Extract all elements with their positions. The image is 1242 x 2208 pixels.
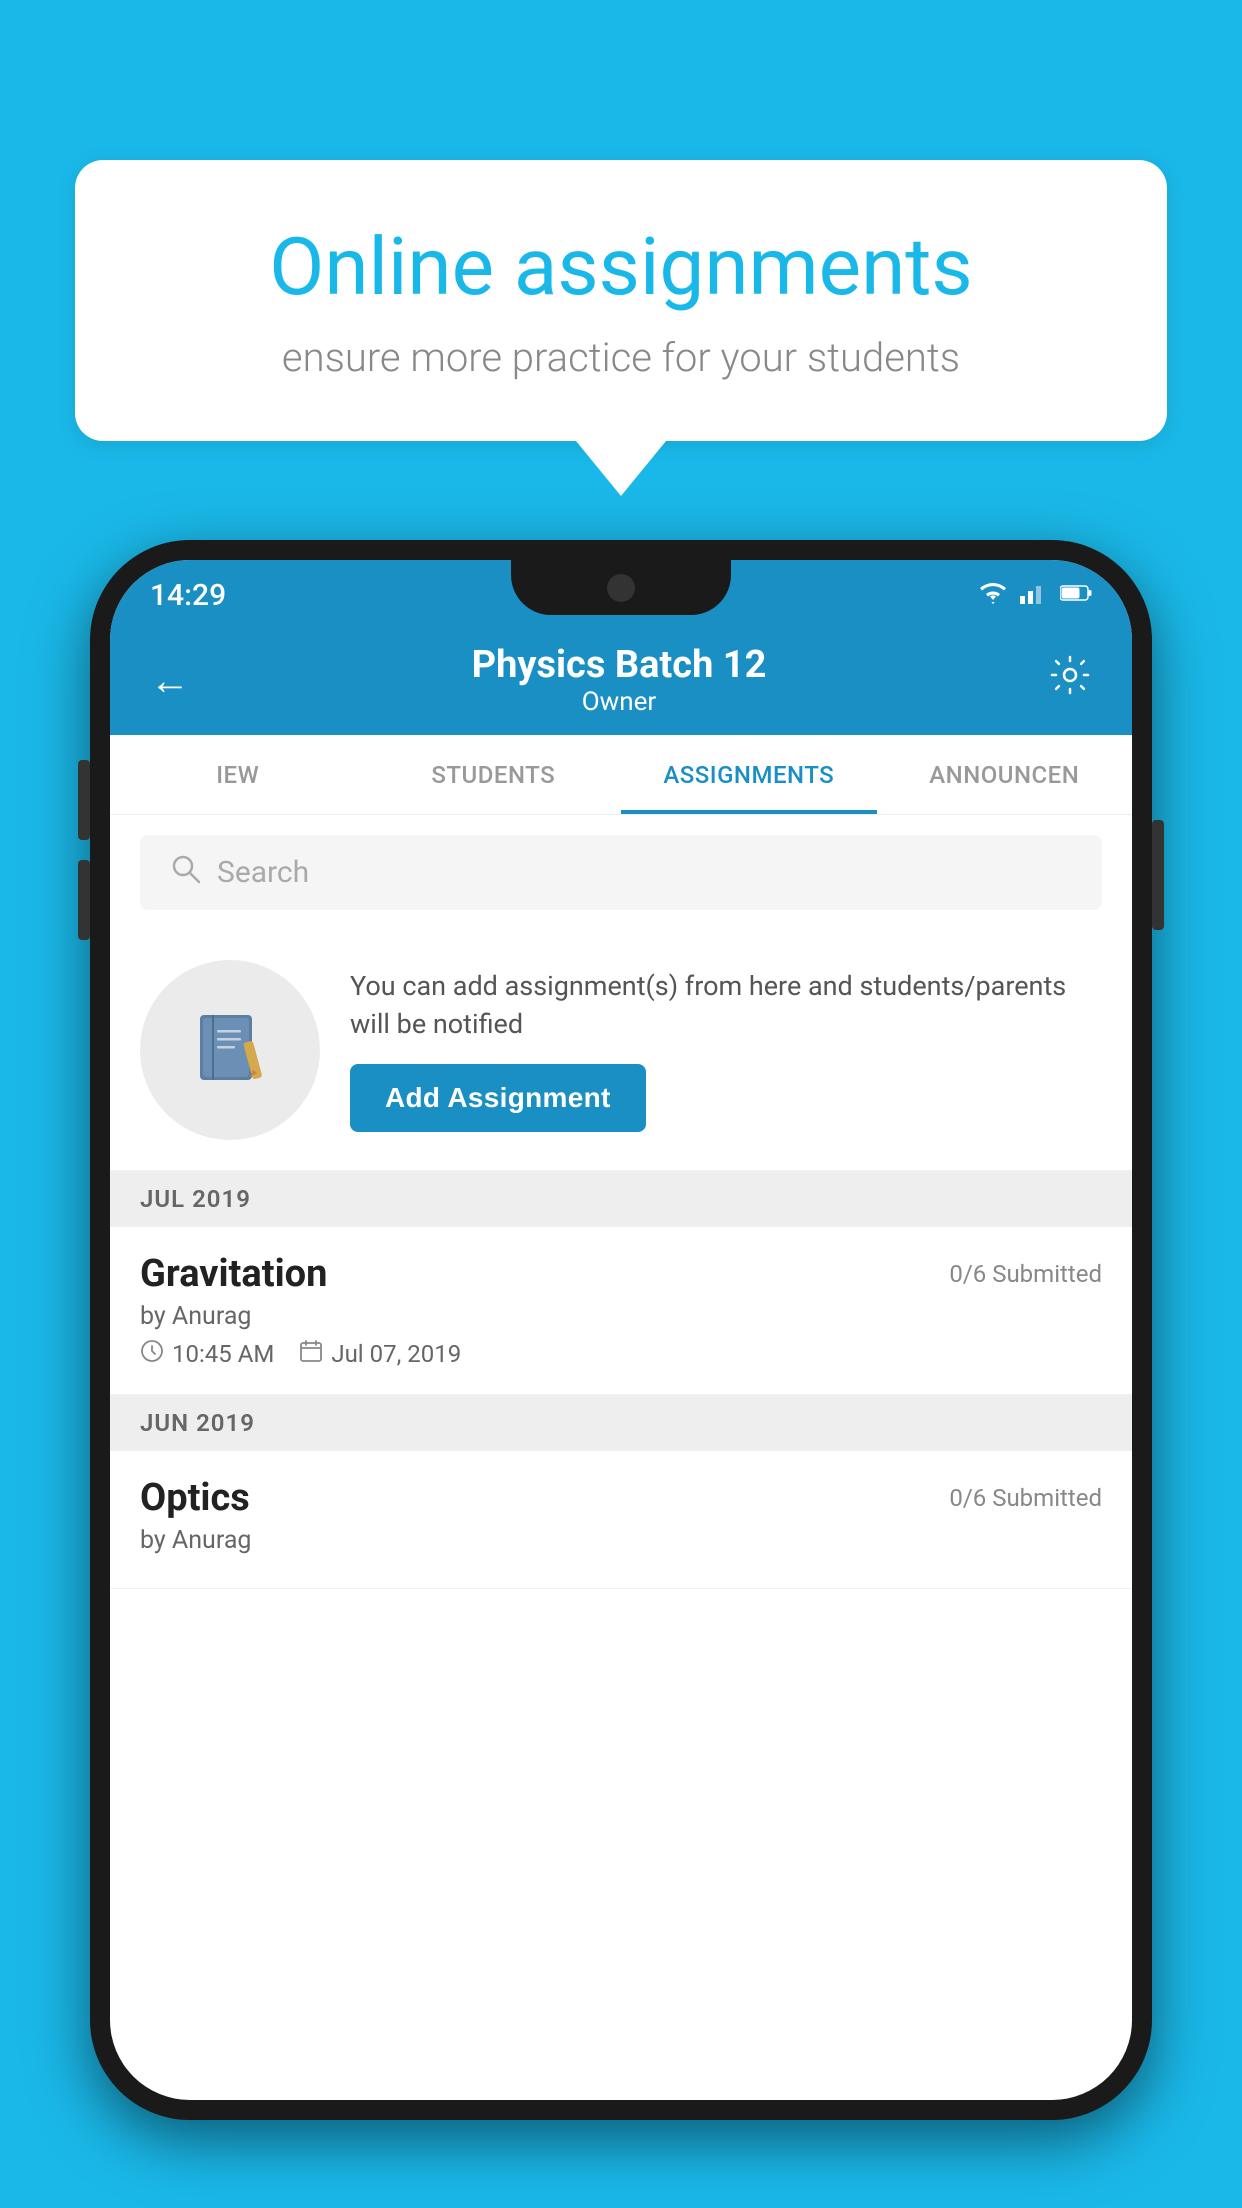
assignment-gravitation[interactable]: Gravitation 0/6 Submitted by Anurag: [110, 1227, 1132, 1395]
volume-down-button: [78, 860, 90, 940]
search-bar[interactable]: Search: [140, 835, 1102, 910]
search-input[interactable]: Search: [217, 855, 309, 890]
front-camera: [607, 574, 635, 602]
battery-icon: [1060, 584, 1092, 606]
bubble-subtitle: ensure more practice for your students: [155, 334, 1087, 381]
optics-submitted: 0/6 Submitted: [949, 1484, 1102, 1512]
settings-icon[interactable]: [1048, 653, 1092, 707]
signal-icon: [1020, 582, 1048, 608]
section-jul-2019: JUL 2019: [110, 1171, 1132, 1227]
date-value: Jul 07, 2019: [331, 1340, 461, 1368]
meta-date: Jul 07, 2019: [299, 1339, 461, 1369]
optics-by: by Anurag: [140, 1526, 1102, 1555]
section-jul-label: JUL 2019: [140, 1185, 251, 1213]
tab-iew[interactable]: IEW: [110, 735, 366, 814]
tabs-container: IEW STUDENTS ASSIGNMENTS ANNOUNCEN: [110, 735, 1132, 815]
tab-assignments[interactable]: ASSIGNMENTS: [621, 735, 877, 814]
search-container: Search: [110, 815, 1132, 930]
volume-up-button: [78, 760, 90, 840]
assignment-name: Gravitation: [140, 1252, 327, 1296]
assignment-row1: Gravitation 0/6 Submitted: [140, 1252, 1102, 1296]
phone-notch: [511, 560, 731, 615]
tab-announcements[interactable]: ANNOUNCEN: [877, 735, 1133, 814]
promo-content: You can add assignment(s) from here and …: [350, 968, 1102, 1132]
content-area: Search: [110, 815, 1132, 1589]
status-time: 14:29: [150, 578, 226, 613]
phone-mockup: 14:29: [90, 540, 1152, 2208]
wifi-icon: [978, 582, 1008, 608]
assignment-submitted: 0/6 Submitted: [949, 1260, 1102, 1288]
phone-screen: 14:29: [110, 560, 1132, 2100]
app-header: ← Physics Batch 12 Owner: [110, 625, 1132, 735]
search-icon: [170, 853, 202, 893]
assignment-meta: 10:45 AM Jul 07, 2019: [140, 1339, 1102, 1369]
calendar-icon: [299, 1339, 323, 1369]
bubble-title: Online assignments: [155, 220, 1087, 314]
phone-outer: 14:29: [90, 540, 1152, 2120]
power-button: [1152, 820, 1164, 930]
speech-bubble-arrow: [576, 441, 666, 496]
time-value: 10:45 AM: [172, 1340, 274, 1368]
speech-bubble: Online assignments ensure more practice …: [75, 160, 1167, 441]
assignment-optics[interactable]: Optics 0/6 Submitted by Anurag: [110, 1451, 1132, 1589]
add-assignment-button[interactable]: Add Assignment: [350, 1064, 646, 1132]
assignment-by: by Anurag: [140, 1302, 1102, 1331]
section-jun-2019: JUN 2019: [110, 1395, 1132, 1451]
header-center: Physics Batch 12 Owner: [472, 643, 767, 717]
promo-text: You can add assignment(s) from here and …: [350, 968, 1102, 1044]
promo-icon-circle: [140, 960, 320, 1140]
optics-row1: Optics 0/6 Submitted: [140, 1476, 1102, 1520]
speech-bubble-section: Online assignments ensure more practice …: [75, 160, 1167, 496]
meta-time: 10:45 AM: [140, 1339, 274, 1369]
optics-name: Optics: [140, 1476, 250, 1520]
header-title: Physics Batch 12: [472, 643, 767, 687]
back-button[interactable]: ←: [150, 657, 190, 704]
section-jun-label: JUN 2019: [140, 1409, 255, 1437]
header-subtitle: Owner: [472, 687, 767, 717]
promo-section: You can add assignment(s) from here and …: [110, 930, 1132, 1171]
status-icons: [978, 582, 1092, 608]
clock-icon: [140, 1339, 164, 1369]
tab-students[interactable]: STUDENTS: [366, 735, 622, 814]
